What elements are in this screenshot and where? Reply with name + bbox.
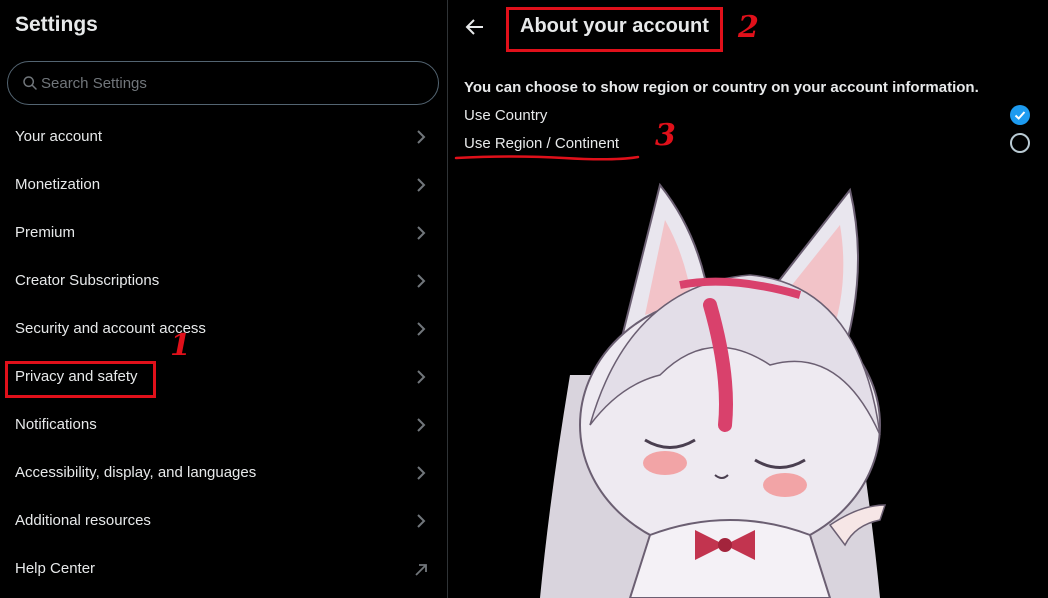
back-arrow-icon[interactable]: [464, 16, 486, 38]
search-icon: [23, 76, 37, 90]
chevron-right-icon: [417, 178, 426, 192]
page-title: About your account: [520, 15, 709, 37]
section-description: You can choose to show region or country…: [464, 79, 979, 96]
search-input[interactable]: [41, 62, 421, 104]
sidebar-item-label: Security and account access: [15, 320, 206, 337]
option-label: Use Region / Continent: [464, 135, 620, 152]
sidebar-item-monetization[interactable]: Monetization: [0, 161, 447, 209]
search-box[interactable]: [7, 61, 439, 105]
sidebar-item-label: Creator Subscriptions: [15, 272, 160, 289]
sidebar-item-label: Premium: [15, 224, 76, 241]
chevron-right-icon: [417, 370, 426, 384]
sidebar-item-label: Notifications: [15, 416, 97, 433]
chevron-right-icon: [417, 226, 426, 240]
sidebar-item-help-center[interactable]: Help Center: [0, 545, 447, 593]
sidebar-item-label: Your account: [15, 128, 103, 145]
chevron-right-icon: [417, 274, 426, 288]
settings-sidebar: Settings Your account Monetization Premi…: [0, 0, 448, 598]
sidebar-item-privacy-and-safety[interactable]: Privacy and safety: [0, 353, 447, 401]
sidebar-item-notifications[interactable]: Notifications: [0, 401, 447, 449]
option-label: Use Country: [464, 107, 548, 124]
chevron-right-icon: [417, 130, 426, 144]
sidebar-item-security[interactable]: Security and account access: [0, 305, 447, 353]
external-link-arrow-icon: [415, 564, 427, 576]
chevron-right-icon: [417, 418, 426, 432]
chevron-right-icon: [417, 466, 426, 480]
mascot-illustration: [540, 182, 887, 598]
sidebar-item-your-account[interactable]: Your account: [0, 113, 447, 161]
checkmark-icon: [1014, 111, 1026, 120]
annotation-underline-region: [454, 155, 640, 161]
sidebar-item-label: Privacy and safety: [15, 368, 138, 385]
sidebar-item-premium[interactable]: Premium: [0, 209, 447, 257]
sidebar-item-label: Help Center: [15, 560, 96, 577]
sidebar-item-label: Monetization: [15, 176, 101, 193]
radio-unchecked[interactable]: [1010, 133, 1030, 153]
sidebar-item-label: Additional resources: [15, 512, 151, 529]
sidebar-item-additional-resources[interactable]: Additional resources: [0, 497, 447, 545]
chevron-right-icon: [417, 322, 426, 336]
sidebar-title: Settings: [15, 13, 98, 36]
chevron-right-icon: [417, 514, 426, 528]
sidebar-item-label: Accessibility, display, and languages: [15, 464, 257, 481]
radio-checked[interactable]: [1010, 105, 1030, 125]
sidebar-item-accessibility[interactable]: Accessibility, display, and languages: [0, 449, 447, 497]
sidebar-item-creator-subscriptions[interactable]: Creator Subscriptions: [0, 257, 447, 305]
option-use-country[interactable]: Use Country: [448, 101, 1048, 129]
